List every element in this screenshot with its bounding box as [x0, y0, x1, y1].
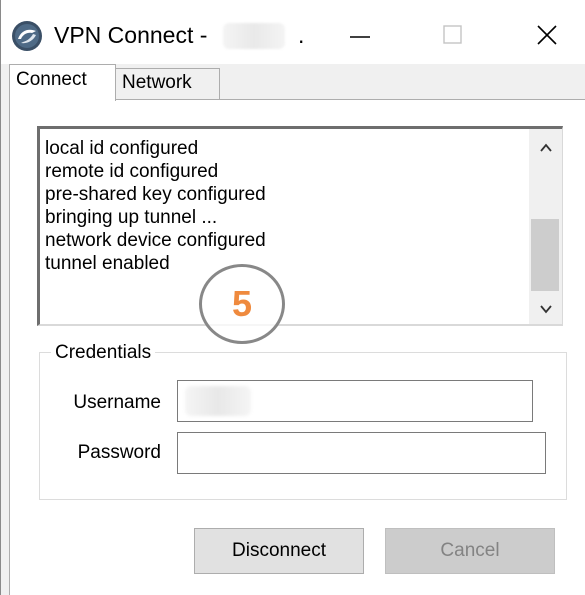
minimize-icon	[350, 36, 370, 38]
redacted-username	[185, 386, 251, 416]
password-field[interactable]	[177, 432, 546, 474]
maximize-icon	[443, 25, 462, 44]
password-label: Password	[77, 442, 161, 463]
credentials-group	[39, 352, 567, 500]
log-lines: local id configured remote id configured…	[45, 137, 266, 275]
redacted-title-text	[223, 23, 285, 49]
tab-network[interactable]: Network	[116, 68, 220, 100]
log-line: bringing up tunnel ...	[45, 207, 218, 228]
close-button[interactable]	[523, 12, 571, 58]
cancel-button[interactable]: Cancel	[385, 528, 555, 574]
window-title: VPN Connect -	[54, 22, 208, 48]
log-line: remote id configured	[45, 161, 219, 182]
log-scrollbar[interactable]	[529, 129, 562, 324]
scroll-thumb[interactable]	[531, 219, 559, 291]
close-icon	[537, 25, 557, 45]
step-annotation-badge: 5	[199, 264, 285, 344]
log-line: local id configured	[45, 138, 199, 159]
window-title-suffix: .	[298, 22, 305, 48]
maximize-button[interactable]	[429, 12, 477, 58]
tab-strip: Connect Network	[1, 64, 585, 101]
minimize-button[interactable]	[336, 12, 384, 58]
username-label: Username	[73, 392, 161, 413]
log-line: network device configured	[45, 230, 266, 251]
scroll-down-button[interactable]	[529, 294, 562, 324]
log-line: pre-shared key configured	[45, 184, 266, 205]
credentials-legend: Credentials	[51, 340, 156, 366]
vpn-client-icon	[11, 20, 43, 52]
title-bar[interactable]: VPN Connect - .	[1, 0, 585, 64]
tab-connect[interactable]: Connect	[9, 64, 116, 101]
disconnect-button[interactable]: Disconnect	[194, 528, 364, 574]
chevron-down-icon	[539, 305, 552, 314]
scroll-up-button[interactable]	[529, 133, 562, 163]
vpn-connect-window: VPN Connect - . Connect Network local id…	[0, 0, 585, 595]
chevron-up-icon	[539, 143, 552, 152]
connection-log[interactable]: local id configured remote id configured…	[37, 126, 563, 326]
